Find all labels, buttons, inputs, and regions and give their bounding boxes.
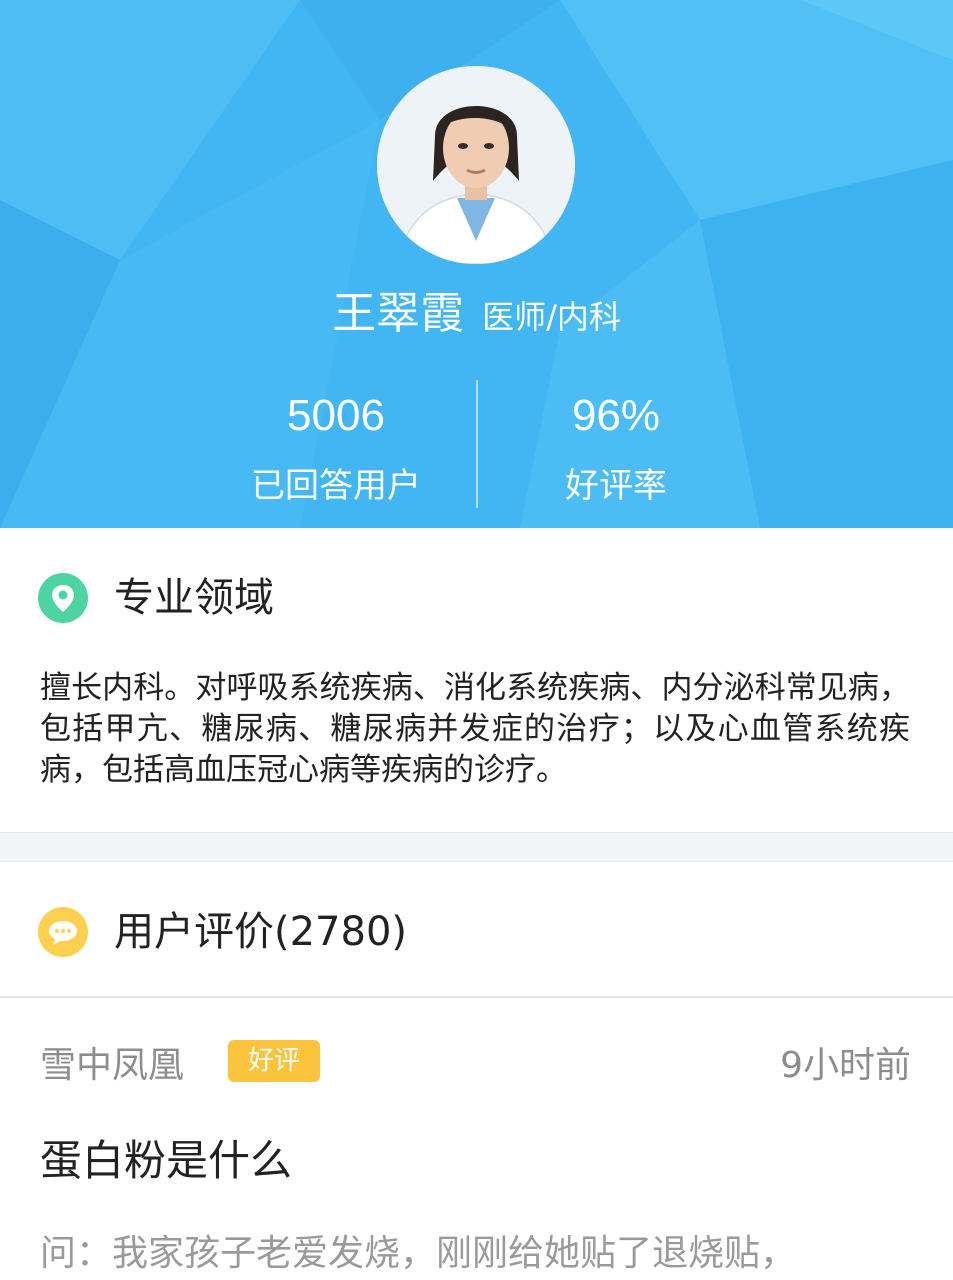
stat-answered-value: 5006 (287, 391, 385, 440)
review-time: 9小时前 (780, 1045, 911, 1086)
doctor-name: 王翠霞 (332, 288, 465, 339)
review-question: 问：我家孩子老爱发烧，刚刚给她贴了退烧贴， (40, 1233, 797, 1274)
stat-rating: 96% 好评率 (476, 384, 756, 516)
doctor-title: 医师/内科 (482, 298, 621, 336)
stat-answered-label: 已回答用户 (251, 466, 421, 506)
reviews-section-header[interactable]: 用户评价(2780) (0, 872, 953, 992)
review-username: 雪中凤凰 (40, 1045, 185, 1086)
profile-header: 王翠霞 医师/内科 5006 已回答用户 96% 好评率 (0, 0, 953, 528)
doctor-avatar (377, 66, 575, 264)
section-separator (0, 832, 953, 862)
expertise-description: 擅长内科。对呼吸系统疾病、消化系统疾病、内分泌科常见病，包括甲亢、糖尿病、糖尿病… (40, 670, 910, 788)
chat-bubble-icon (38, 907, 88, 957)
location-pin-icon (38, 573, 88, 623)
stat-rating-value: 96% (571, 391, 661, 440)
review-badge: 好评 (228, 1040, 320, 1082)
expertise-section-header: 专业领域 (0, 538, 953, 658)
review-title[interactable]: 蛋白粉是什么 (40, 1132, 292, 1190)
expertise-heading: 专业领域 (114, 575, 274, 621)
stat-rating-label: 好评率 (565, 466, 667, 506)
stat-answered: 5006 已回答用户 (196, 384, 476, 516)
reviews-divider (0, 996, 953, 998)
doctor-name-row: 王翠霞 医师/内科 (0, 283, 953, 345)
reviews-heading: 用户评价(2780) (114, 909, 408, 955)
